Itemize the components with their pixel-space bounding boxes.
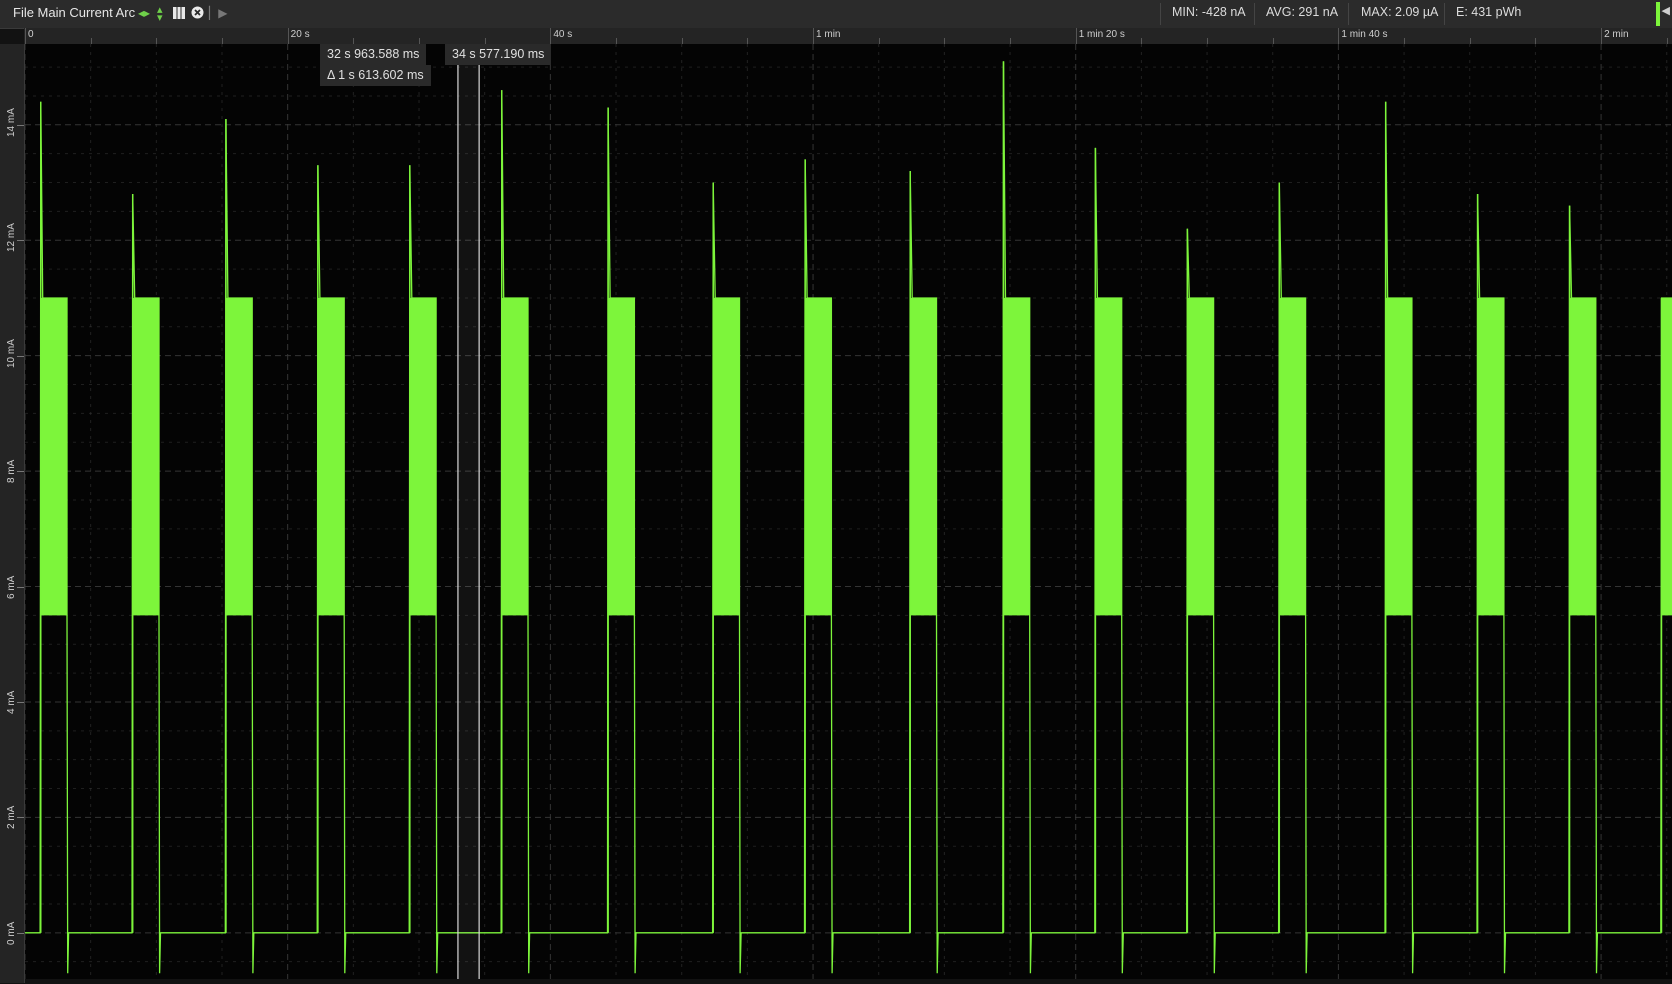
- stats-separator: [1160, 3, 1161, 25]
- y-tick-label: 8 mA: [6, 459, 17, 484]
- x-tick-mark: [550, 28, 552, 44]
- y-tick-label: 12 mA: [6, 223, 17, 253]
- x-tick-mark: [1601, 28, 1603, 44]
- burst-16: [1477, 297, 1504, 616]
- x-tick-label: 1 min 20 s: [1078, 29, 1125, 40]
- min-stat: MIN: -428 nA: [1172, 5, 1246, 19]
- x-tick-mark: [1338, 28, 1340, 44]
- x-tick-label: 20 s: [290, 29, 310, 40]
- stats-separator: [1348, 3, 1349, 25]
- y-tick-label: 4 mA: [6, 690, 17, 714]
- chart-title: File Main Current Arc: [13, 5, 136, 20]
- x-tick-mark: [25, 28, 26, 44]
- skip-forward-icon[interactable]: ▏▶: [209, 5, 227, 21]
- burst-8: [713, 297, 740, 616]
- y-tick-mark: [17, 586, 24, 588]
- pan-horizontal-icon[interactable]: ◂▸: [138, 5, 150, 21]
- x-tick-label: 1 min 40 s: [1341, 29, 1388, 40]
- y-tick-mark: [17, 817, 24, 819]
- x-tick-label: 40 s: [553, 29, 573, 40]
- burst-17: [1569, 297, 1596, 616]
- collapse-arrow-icon[interactable]: ◀: [1662, 4, 1670, 17]
- y-tick-label: 2 mA: [6, 806, 17, 830]
- cursor-b-time-label: 34 s 577.190 ms: [445, 44, 552, 65]
- stats-separator: [1444, 3, 1445, 25]
- current-chart[interactable]: [24, 44, 1672, 979]
- burst-7: [608, 297, 635, 616]
- x-tick-mark: [1075, 28, 1077, 44]
- burst-2: [132, 297, 159, 616]
- burst-9: [805, 297, 832, 616]
- y-tick-mark: [17, 240, 24, 242]
- burst-5: [409, 297, 437, 616]
- burst-15: [1385, 297, 1412, 616]
- plot-area[interactable]: 32 s 963.588 ms Δ 1 s 613.602 ms 34 s 57…: [24, 44, 1672, 979]
- y-tick-label: 10 mA: [6, 338, 17, 368]
- x-tick-label: 2 min: [1604, 29, 1629, 40]
- burst-6: [501, 297, 529, 616]
- current-trace-line: [25, 61, 1672, 974]
- close-circle-icon[interactable]: [191, 6, 204, 23]
- max-stat: MAX: 2.09 µA: [1361, 5, 1439, 19]
- burst-11: [1003, 297, 1030, 616]
- burst-13: [1187, 297, 1214, 616]
- current-axis[interactable]: 0 mA 2 mA 4 mA 6 mA 8 mA 10 mA 12 mA 14 mA: [0, 44, 25, 983]
- x-tick-mark: [813, 28, 815, 44]
- y-tick-label: 0 mA: [6, 921, 17, 945]
- y-tick-mark: [17, 701, 24, 703]
- avg-stat: AVG: 291 nA: [1266, 5, 1339, 19]
- cursor-delta-label: Δ 1 s 613.602 ms: [320, 65, 431, 86]
- pan-vertical-icon[interactable]: ▴ ▾: [157, 5, 163, 24]
- burst-10: [910, 297, 937, 616]
- burst-14: [1279, 297, 1306, 616]
- stats-separator: [1254, 3, 1255, 25]
- burst-3: [225, 297, 253, 616]
- cursor-selection: [457, 44, 480, 979]
- burst-12: [1095, 297, 1122, 616]
- burst-1: [40, 297, 68, 616]
- cursor-a-time-label: 32 s 963.588 ms: [320, 44, 427, 65]
- time-axis[interactable]: 0 20 s 40 s 1 min 1 min 20 s 1 min 40 s 2 min: [24, 28, 1672, 44]
- energy-stat: E: 431 pWh: [1456, 5, 1522, 19]
- toolbar: File Main Current Arc ◂▸ ▴ ▾ ▏▶ MIN: -428…: [0, 0, 1672, 29]
- grid-icon[interactable]: [173, 7, 185, 23]
- x-tick-label: 0: [28, 29, 34, 40]
- trace-color-marker: [1656, 2, 1660, 26]
- y-tick-mark: [17, 471, 24, 473]
- y-tick-mark: [17, 124, 24, 126]
- y-tick-label: 6 mA: [6, 575, 17, 599]
- x-tick-label: 1 min: [816, 29, 841, 40]
- x-tick-mark: [287, 28, 289, 44]
- y-tick-mark: [17, 355, 24, 357]
- burst-18: [1661, 297, 1672, 616]
- y-tick-mark: [17, 932, 24, 934]
- y-tick-label: 14 mA: [6, 107, 17, 137]
- burst-4: [317, 297, 345, 616]
